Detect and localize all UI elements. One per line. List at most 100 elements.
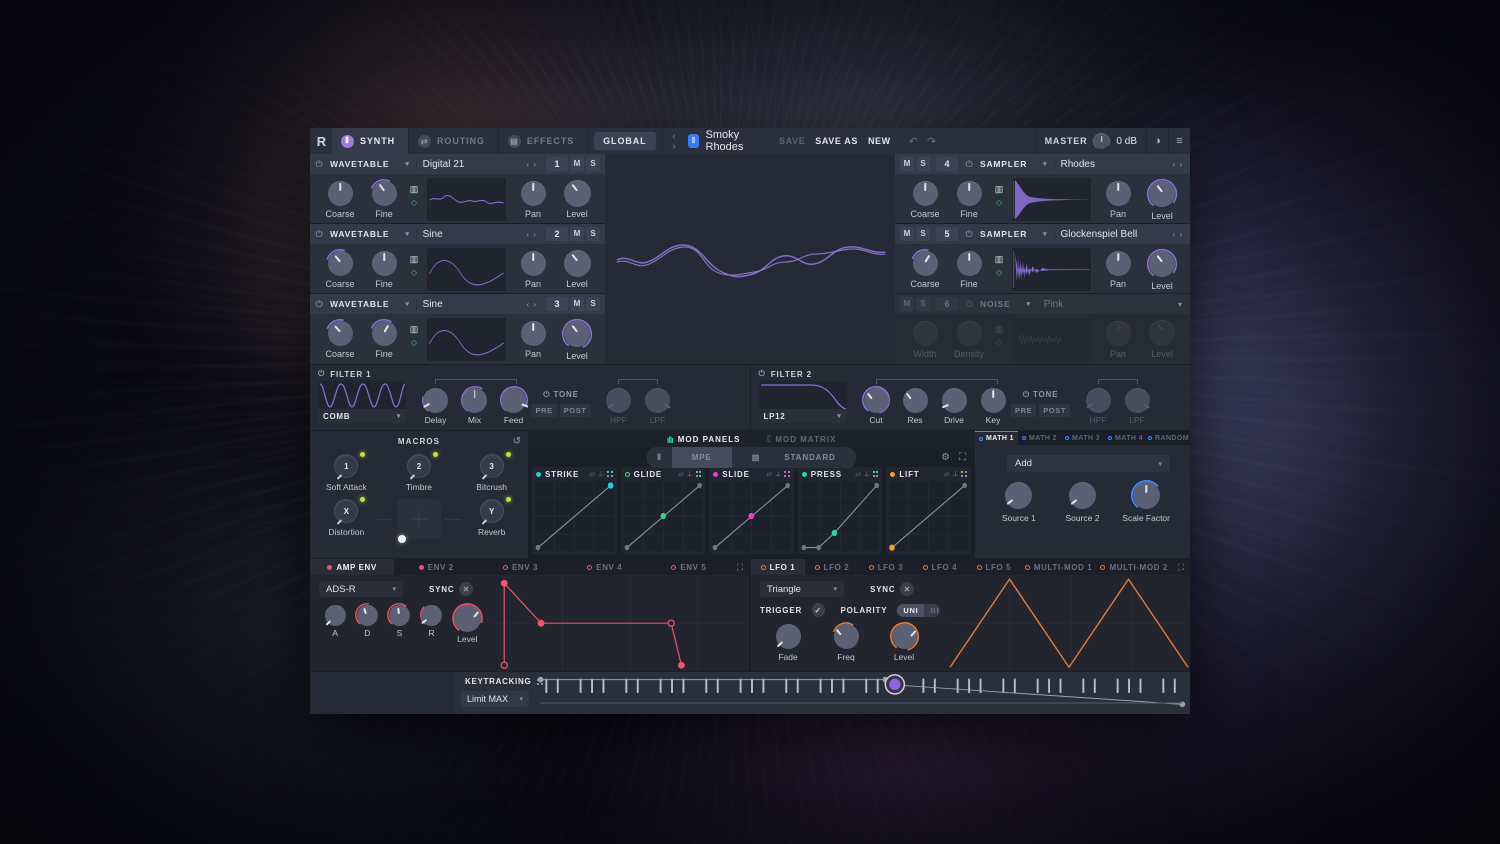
mute-button[interactable]: M (570, 157, 584, 171)
knob-scale-factor[interactable]: Scale Factor (1116, 479, 1176, 523)
power-icon[interactable]: ⏻ (310, 299, 328, 310)
grid-icon[interactable] (695, 471, 702, 477)
gear-icon[interactable]: ⚙ (941, 452, 950, 463)
knob-fine[interactable]: Fine (362, 178, 406, 219)
power-icon[interactable]: ⏻ (960, 229, 978, 240)
tab-lfo-3[interactable]: LFO 3 (859, 559, 913, 575)
power-icon[interactable]: ⏻ (310, 159, 328, 170)
knob-coarse[interactable]: Coarse (318, 178, 362, 219)
undo-icon[interactable]: ↶ (909, 135, 918, 148)
knob-key[interactable]: Key (974, 381, 1013, 425)
oscillator-2-wavetable-display[interactable] (427, 248, 506, 291)
phase-icon[interactable]: ◇ (996, 268, 1002, 277)
post-button[interactable]: POST (1039, 404, 1071, 417)
knob-pan[interactable]: Pan (1096, 178, 1140, 219)
mute-button[interactable]: M (570, 227, 584, 241)
oscillator-6-noise-display[interactable] (1012, 318, 1091, 361)
macro-xy-pad[interactable] (376, 499, 461, 543)
knob-feed[interactable]: Feed (494, 381, 533, 425)
power-icon[interactable]: ⏻ (310, 229, 328, 240)
mpe-icon-button[interactable]: ⦀ (647, 450, 671, 466)
oscillator-1-number[interactable]: 1 (546, 157, 568, 171)
keyboard-icon[interactable]: ▥ (995, 324, 1004, 335)
knob-pan[interactable]: Pan (511, 248, 555, 289)
preset-arrows[interactable]: ‹ › (673, 131, 682, 151)
grid-icon[interactable] (961, 471, 967, 477)
keytracking-mode-select[interactable]: Limit MAX ▾ (461, 691, 529, 708)
knob-fine[interactable]: Fine (362, 318, 406, 359)
oscillator-4-type[interactable]: SAMPLER ▾ (978, 159, 1054, 169)
curve-icon[interactable]: ▱ (590, 470, 595, 478)
filter-1-graph[interactable]: COMB ▾ (318, 381, 406, 423)
knob-lfo-level[interactable]: Level (880, 621, 928, 662)
tab-lfo-5[interactable]: LFO 5 (967, 559, 1021, 575)
oscillator-6-type[interactable]: NOISE ▾ (978, 299, 1037, 309)
solo-button[interactable]: S (916, 157, 930, 171)
grid-icon[interactable] (784, 471, 790, 477)
polarity-uni-button[interactable]: UNI (897, 603, 925, 617)
oscillator-1-preset[interactable]: Digital 21 (415, 158, 520, 170)
oscillator-5-sample-display[interactable] (1012, 248, 1091, 291)
anchor-icon[interactable]: ⊥ (864, 470, 870, 478)
knob-width[interactable]: Width (903, 318, 947, 359)
phase-icon[interactable]: ◇ (411, 338, 417, 347)
mute-button[interactable]: M (900, 227, 914, 241)
master-knob[interactable] (1093, 132, 1111, 150)
oscillator-1-preset-arrows[interactable]: ‹ › (519, 160, 544, 169)
oscillator-3-wavetable-display[interactable] (427, 318, 506, 361)
knob-lpf[interactable]: LPF (1118, 381, 1157, 425)
oscillator-1-wavetable-display[interactable] (427, 178, 506, 221)
tab-synth[interactable]: ⦀ SYNTH (332, 128, 410, 154)
tab-amp-env[interactable]: AMP ENV (310, 559, 395, 575)
tab-mod-matrix[interactable]: ⁞⁚ MOD MATRIX (766, 434, 836, 445)
keyboard-icon[interactable]: ▥ (410, 184, 419, 195)
knob-hpf[interactable]: HPF (599, 381, 638, 425)
power-icon[interactable]: ⏻ (318, 369, 325, 379)
knob-fine[interactable]: Fine (947, 248, 991, 289)
tab-mod-panels[interactable]: ıllı MOD PANELS (667, 435, 741, 445)
knob-source-2[interactable]: Source 2 (1052, 479, 1112, 523)
pre-button[interactable]: PRE (1010, 404, 1037, 417)
phase-icon[interactable]: ◇ (996, 338, 1002, 347)
oscillator-6-number[interactable]: 6 (936, 297, 958, 311)
tab-routing[interactable]: ⇄ ROUTING (409, 128, 499, 154)
keyboard-icon[interactable]: ▥ (995, 184, 1004, 195)
envelope-graph[interactable] (495, 575, 749, 672)
tab-math-3[interactable]: MATH 3 (1061, 431, 1104, 445)
mute-button[interactable]: M (900, 157, 914, 171)
tab-math-1[interactable]: MATH 1 (975, 431, 1018, 445)
anchor-icon[interactable]: ⊥ (952, 470, 958, 478)
oscillator-4-sample-display[interactable] (1012, 178, 1091, 221)
knob-fine[interactable]: Fine (362, 248, 406, 289)
knob-level[interactable]: Level (1140, 248, 1184, 291)
curve-icon[interactable]: ▱ (855, 470, 860, 478)
keyboard-icon[interactable]: ▥ (995, 254, 1004, 265)
tab-env-2[interactable]: ENV 2 (394, 559, 478, 575)
power-icon[interactable]: ⏻ (1023, 390, 1030, 399)
knob-lpf[interactable]: LPF (638, 381, 677, 425)
power-icon[interactable]: ⏻ (759, 369, 766, 379)
pre-button[interactable]: PRE (531, 404, 557, 417)
tab-lfo-1[interactable]: LFO 1 (751, 559, 805, 575)
oscillator-5-preset[interactable]: Glockenspiel Bell (1053, 228, 1166, 240)
oscillator-6-preset-chevron[interactable]: ▾ (1171, 300, 1190, 309)
knob-level[interactable]: Level (555, 318, 599, 361)
power-icon[interactable]: ⏻ (960, 299, 978, 310)
anchor-icon[interactable]: ⊥ (775, 470, 781, 478)
knob-pan[interactable]: Pan (1096, 248, 1140, 289)
anchor-icon[interactable]: ⊥ (598, 470, 604, 478)
knob-fine[interactable]: Fine (947, 178, 991, 219)
solo-button[interactable]: S (916, 297, 930, 311)
solo-button[interactable]: S (586, 227, 600, 241)
lfo-trigger-toggle[interactable]: ✓ (812, 603, 825, 617)
keytracking-graph[interactable]: C-2 C-1 C0 C1 C2 C3 C4 C5 C6 C7 C8 (533, 672, 1190, 714)
knob-cut[interactable]: Cut (857, 381, 896, 425)
knob-env-level[interactable]: Level (448, 602, 487, 644)
new-button[interactable]: NEW (868, 136, 891, 146)
tab-lfo-4[interactable]: LFO 4 (913, 559, 967, 575)
xy-handle[interactable] (397, 535, 406, 543)
knob-level[interactable]: Level (555, 248, 599, 289)
expand-icon[interactable]: ⛶ (1171, 559, 1190, 575)
polarity-bi-button[interactable]: BI (924, 604, 940, 617)
oscillator-4-preset-arrows[interactable]: ‹ › (1165, 160, 1190, 169)
